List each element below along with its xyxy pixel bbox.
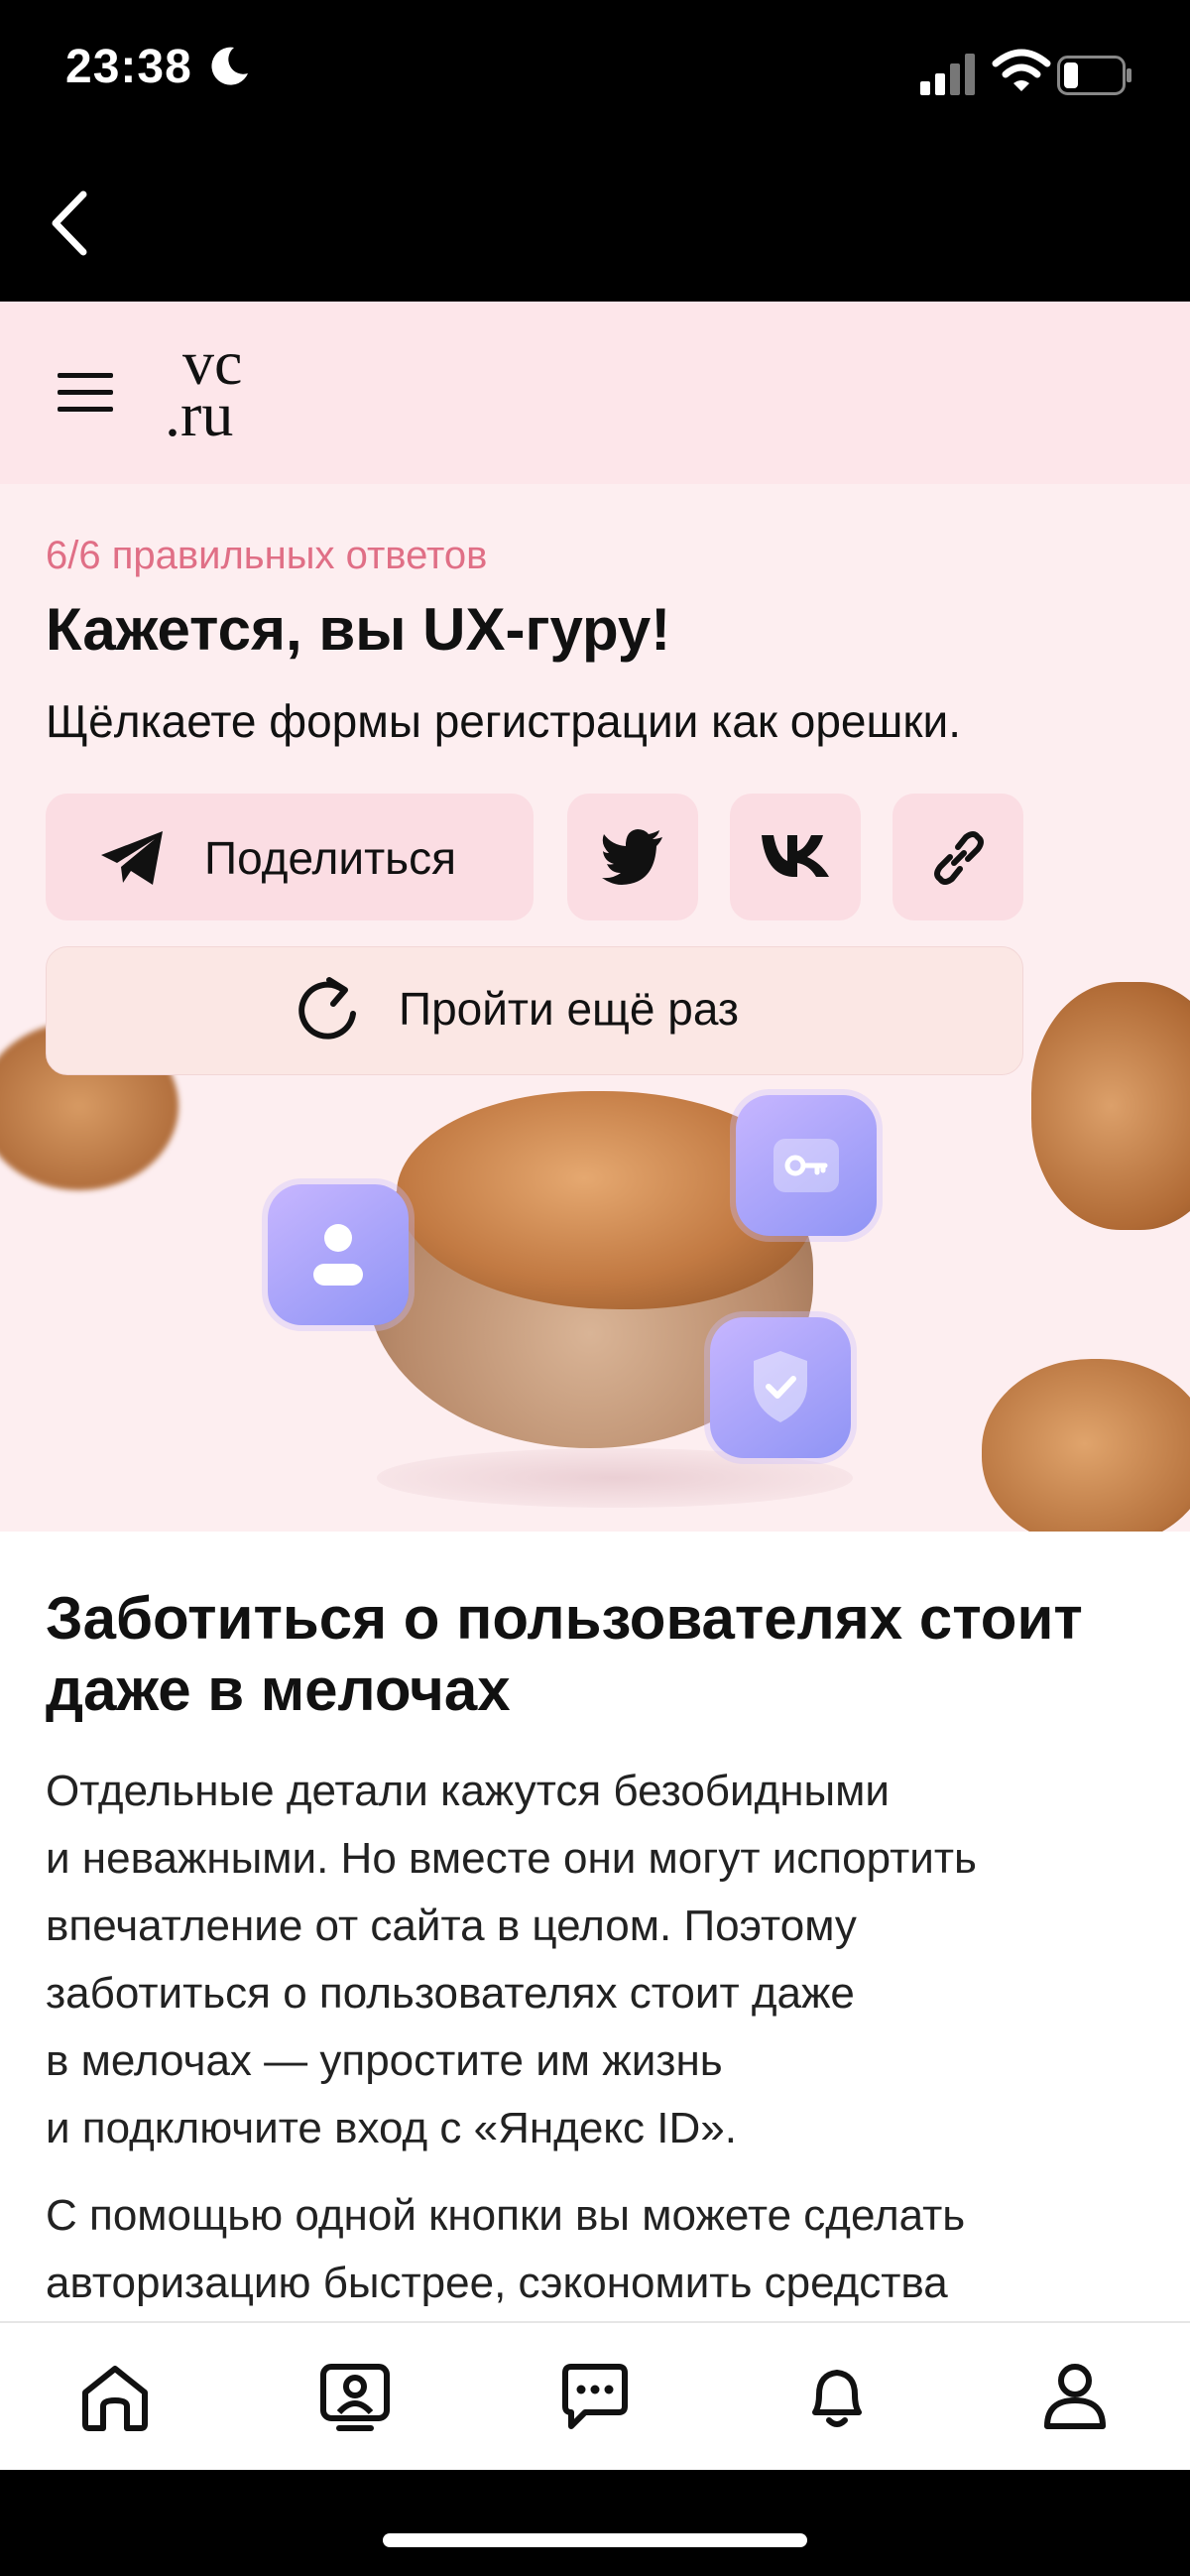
twitter-icon: [602, 829, 662, 885]
status-time: 23:38: [65, 41, 192, 93]
home-indicator[interactable]: [383, 2533, 807, 2547]
article-paragraph: Отдельные детали кажутся безобидными и н…: [46, 1767, 977, 2152]
result-title: Кажется, вы UX-гуру!: [46, 596, 671, 663]
shield-bubble: [710, 1317, 851, 1458]
home-indicator-area: [0, 2470, 1190, 2576]
key-icon: [774, 1139, 839, 1192]
user-icon[interactable]: [1039, 2361, 1111, 2432]
vk-icon: [762, 835, 829, 877]
signal-icon: [920, 54, 975, 95]
back-chevron-icon[interactable]: [46, 188, 91, 258]
refresh-icon: [298, 977, 356, 1040]
article-paragraph: С помощью одной кнопки вы можете сделать…: [46, 2191, 966, 2307]
logo-line2: .ru: [165, 379, 234, 449]
quiz-score: 6/6 правильных ответов: [46, 534, 488, 577]
result-subtitle: Щёлкаете формы регистрации как орешки.: [46, 695, 961, 747]
home-icon[interactable]: [79, 2361, 151, 2432]
bell-icon[interactable]: [801, 2361, 873, 2432]
vc-ru-logo[interactable]: vc .ru: [165, 331, 294, 452]
walnut-image: [1031, 982, 1190, 1230]
link-icon: [934, 831, 984, 885]
moon-icon: [211, 47, 248, 85]
hamburger-menu-icon[interactable]: [56, 367, 115, 419]
user-icon: [313, 1224, 363, 1286]
navigation-bar: [0, 149, 1190, 302]
walnut-image: [982, 1359, 1190, 1547]
user-bubble: [268, 1184, 409, 1325]
share-label: Поделиться: [204, 832, 457, 884]
retry-label: Пройти ещё раз: [399, 983, 740, 1035]
article-heading: Заботиться о пользователях стоит даже в …: [46, 1585, 1083, 1723]
shield-check-icon: [754, 1351, 807, 1422]
key-bubble: [736, 1095, 877, 1236]
battery-icon: [1057, 56, 1131, 95]
chat-icon[interactable]: [559, 2361, 631, 2432]
wifi-icon: [992, 49, 1051, 91]
profile-card-icon[interactable]: [319, 2361, 391, 2432]
telegram-icon: [101, 831, 163, 885]
